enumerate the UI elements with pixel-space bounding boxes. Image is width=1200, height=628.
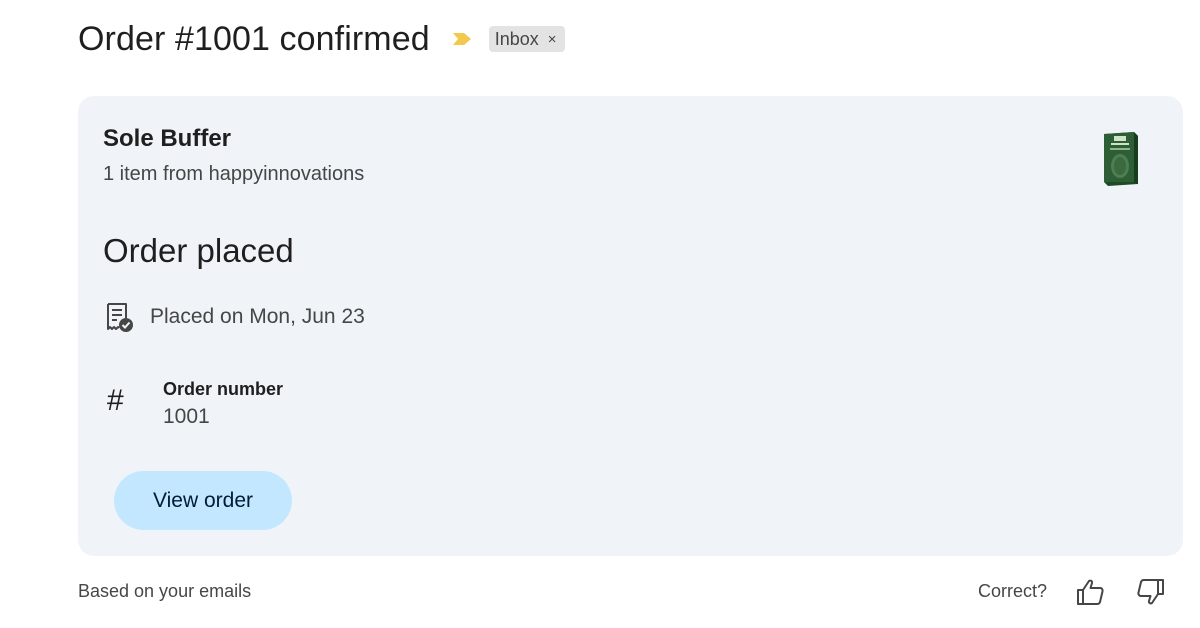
view-order-button[interactable]: View order [114, 471, 292, 530]
placed-date-row: Placed on Mon, Jun 23 [103, 300, 365, 334]
label-chip-text: Inbox [494, 28, 539, 49]
placed-date-text: Placed on Mon, Jun 23 [150, 305, 365, 328]
remove-label-close-icon[interactable]: × [548, 32, 557, 47]
product-name: Sole Buffer [103, 125, 232, 152]
footer-note: Based on your emails [78, 581, 252, 601]
thumbs-down-icon[interactable] [1135, 576, 1167, 608]
order-status-heading: Order placed [103, 232, 294, 269]
order-summary-card: Sole Buffer 1 item from happyinnovations… [78, 96, 1183, 556]
receipt-check-icon [103, 301, 135, 333]
hash-icon: # [107, 384, 124, 417]
feedback-prompt: Correct? [978, 581, 1048, 601]
item-summary: 1 item from happyinnovations [103, 163, 365, 185]
order-number-label: Order number [163, 379, 284, 399]
inbox-label-chip[interactable]: Inbox × [488, 26, 565, 52]
thumbs-up-icon[interactable] [1074, 576, 1106, 608]
importance-marker-icon[interactable] [452, 31, 472, 47]
email-subject: Order #1001 confirmed [78, 19, 430, 58]
product-box-thumbnail [1102, 130, 1142, 186]
email-header: Order #1001 confirmed Inbox × [78, 14, 565, 64]
order-number-value: 1001 [163, 405, 210, 428]
